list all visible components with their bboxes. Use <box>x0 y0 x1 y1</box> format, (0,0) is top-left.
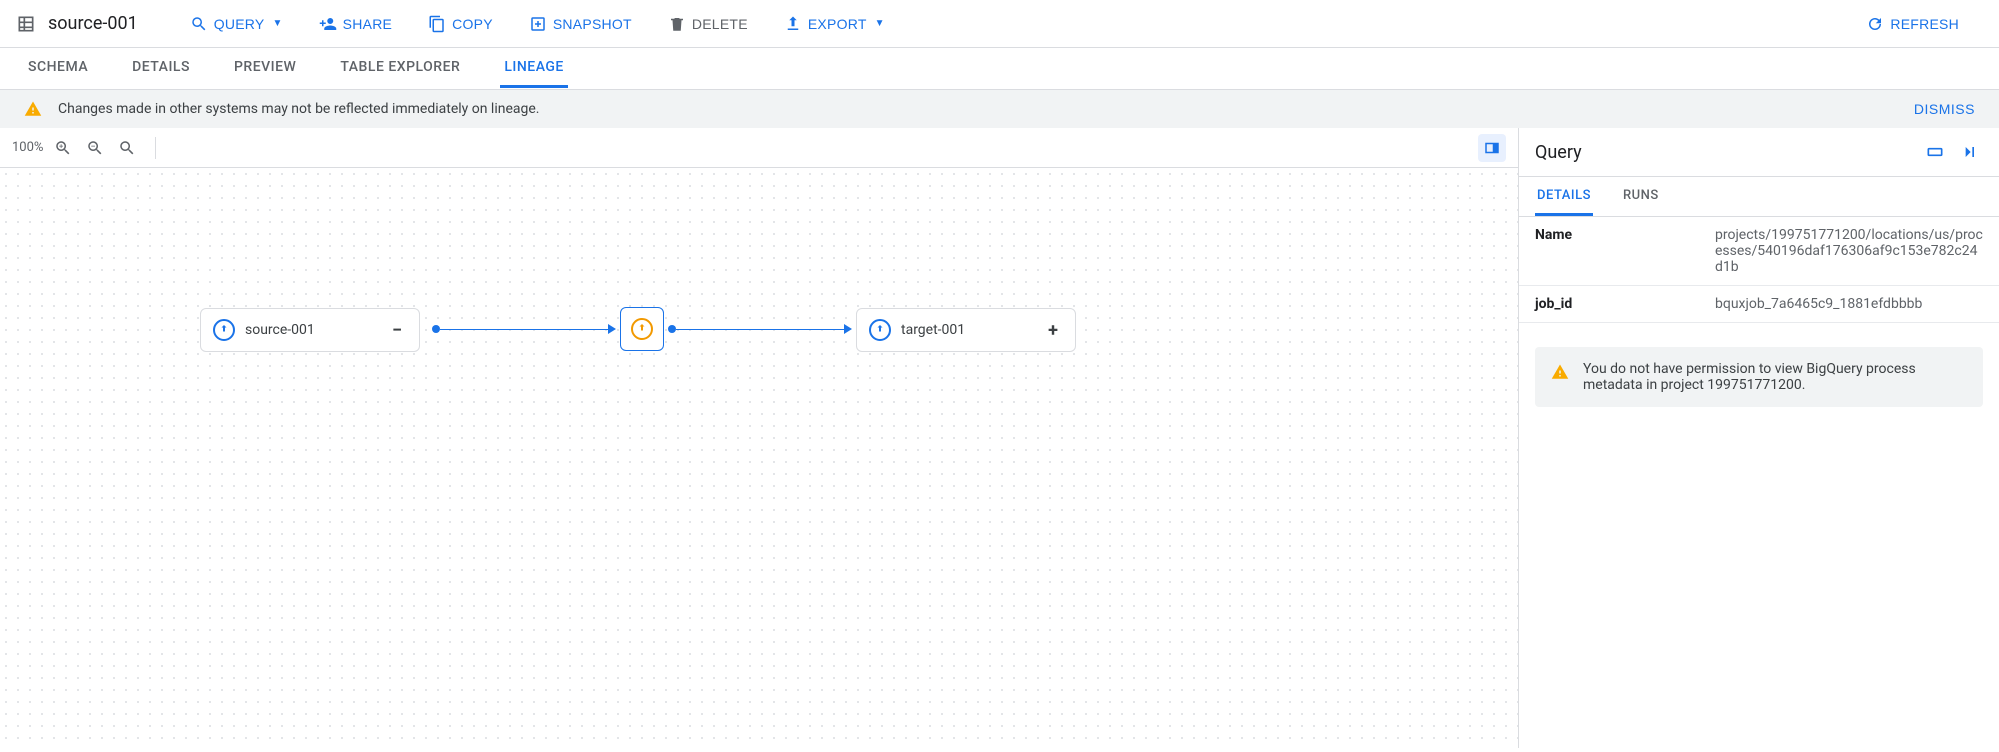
side-panel-title: Query <box>1535 142 1915 163</box>
share-button-label: SHARE <box>343 16 392 32</box>
detail-jobid-label: job_id <box>1535 296 1715 312</box>
lineage-canvas[interactable]: source-001 − target-001 <box>0 168 1518 748</box>
snapshot-button-label: SNAPSHOT <box>553 16 632 32</box>
collapse-panel-button[interactable] <box>1955 138 1983 166</box>
warning-icon <box>1551 363 1569 381</box>
table-node-icon <box>213 319 235 341</box>
lineage-edge <box>440 329 610 330</box>
delete-button-label: DELETE <box>692 16 748 32</box>
node-target-label: target-001 <box>901 322 1033 338</box>
caret-down-icon: ▼ <box>875 18 885 29</box>
search-icon <box>190 15 208 33</box>
refresh-icon <box>1866 15 1884 33</box>
query-button-label: QUERY <box>214 16 265 32</box>
snapshot-button[interactable]: SNAPSHOT <box>517 9 644 39</box>
tab-table-explorer[interactable]: TABLE EXPLORER <box>336 49 464 88</box>
side-panel-header: Query <box>1519 128 1999 177</box>
page-header: source-001 QUERY ▼ SHARE COPY SNAPSHOT D… <box>0 0 1999 48</box>
refresh-button[interactable]: REFRESH <box>1854 9 1971 39</box>
trash-icon <box>668 15 686 33</box>
tab-details[interactable]: DETAILS <box>128 49 194 88</box>
collapse-button[interactable]: − <box>387 320 407 341</box>
warning-icon <box>24 100 42 118</box>
arrowhead-icon <box>844 324 852 334</box>
refresh-button-label: REFRESH <box>1890 16 1959 32</box>
zoom-reset-button[interactable] <box>115 136 139 160</box>
person-add-icon <box>319 15 337 33</box>
tab-schema[interactable]: SCHEMA <box>24 49 92 88</box>
export-button[interactable]: EXPORT ▼ <box>772 9 897 39</box>
connector-dot <box>668 325 676 333</box>
permission-warning-text: You do not have permission to view BigQu… <box>1583 361 1967 393</box>
side-tab-runs[interactable]: RUNS <box>1621 178 1661 216</box>
details-side-panel: Query DETAILS RUNS Name projects/1997517… <box>1519 128 1999 748</box>
node-source-label: source-001 <box>245 322 377 338</box>
lineage-node-source[interactable]: source-001 − <box>200 308 420 352</box>
tab-lineage[interactable]: LINEAGE <box>500 49 568 88</box>
connector-dot <box>432 325 440 333</box>
resize-button[interactable] <box>1921 138 1949 166</box>
share-button[interactable]: SHARE <box>307 9 404 39</box>
detail-name-value: projects/199751771200/locations/us/proce… <box>1715 227 1983 275</box>
table-icon <box>16 14 36 34</box>
process-icon <box>631 318 653 340</box>
permission-warning-box: You do not have permission to view BigQu… <box>1535 347 1983 407</box>
lineage-canvas-wrap: 100% source-001 − <box>0 128 1519 748</box>
delete-button[interactable]: DELETE <box>656 9 760 39</box>
export-button-label: EXPORT <box>808 16 867 32</box>
detail-row-name: Name projects/199751771200/locations/us/… <box>1519 217 1999 286</box>
dismiss-button[interactable]: DISMISS <box>1914 101 1975 117</box>
zoom-out-button[interactable] <box>83 136 107 160</box>
arrowhead-icon <box>608 324 616 334</box>
minimap-toggle-button[interactable] <box>1478 134 1506 162</box>
copy-button[interactable]: COPY <box>416 9 505 39</box>
content-tabs: SCHEMA DETAILS PREVIEW TABLE EXPLORER LI… <box>0 48 1999 90</box>
detail-name-label: Name <box>1535 227 1715 243</box>
detail-row-jobid: job_id bquxjob_7a6465c9_1881efdbbbb <box>1519 286 1999 323</box>
lineage-node-target[interactable]: target-001 + <box>856 308 1076 352</box>
detail-jobid-value: bquxjob_7a6465c9_1881efdbbbb <box>1715 296 1983 312</box>
divider <box>155 137 156 159</box>
table-node-icon <box>869 319 891 341</box>
main-split: 100% source-001 − <box>0 128 1999 748</box>
query-button[interactable]: QUERY ▼ <box>178 9 295 39</box>
info-banner: Changes made in other systems may not be… <box>0 90 1999 128</box>
lineage-edge <box>676 329 846 330</box>
side-panel-tabs: DETAILS RUNS <box>1519 177 1999 217</box>
tab-preview[interactable]: PREVIEW <box>230 49 300 88</box>
lineage-process-node[interactable] <box>620 307 664 351</box>
snapshot-icon <box>529 15 547 33</box>
caret-down-icon: ▼ <box>273 18 283 29</box>
canvas-toolbar: 100% <box>0 128 1518 168</box>
copy-button-label: COPY <box>452 16 493 32</box>
copy-icon <box>428 15 446 33</box>
page-title: source-001 <box>48 13 138 34</box>
export-icon <box>784 15 802 33</box>
zoom-in-button[interactable] <box>51 136 75 160</box>
zoom-level: 100% <box>12 140 43 155</box>
expand-button[interactable]: + <box>1043 320 1063 341</box>
side-tab-details[interactable]: DETAILS <box>1535 178 1593 216</box>
banner-message: Changes made in other systems may not be… <box>58 101 1914 117</box>
